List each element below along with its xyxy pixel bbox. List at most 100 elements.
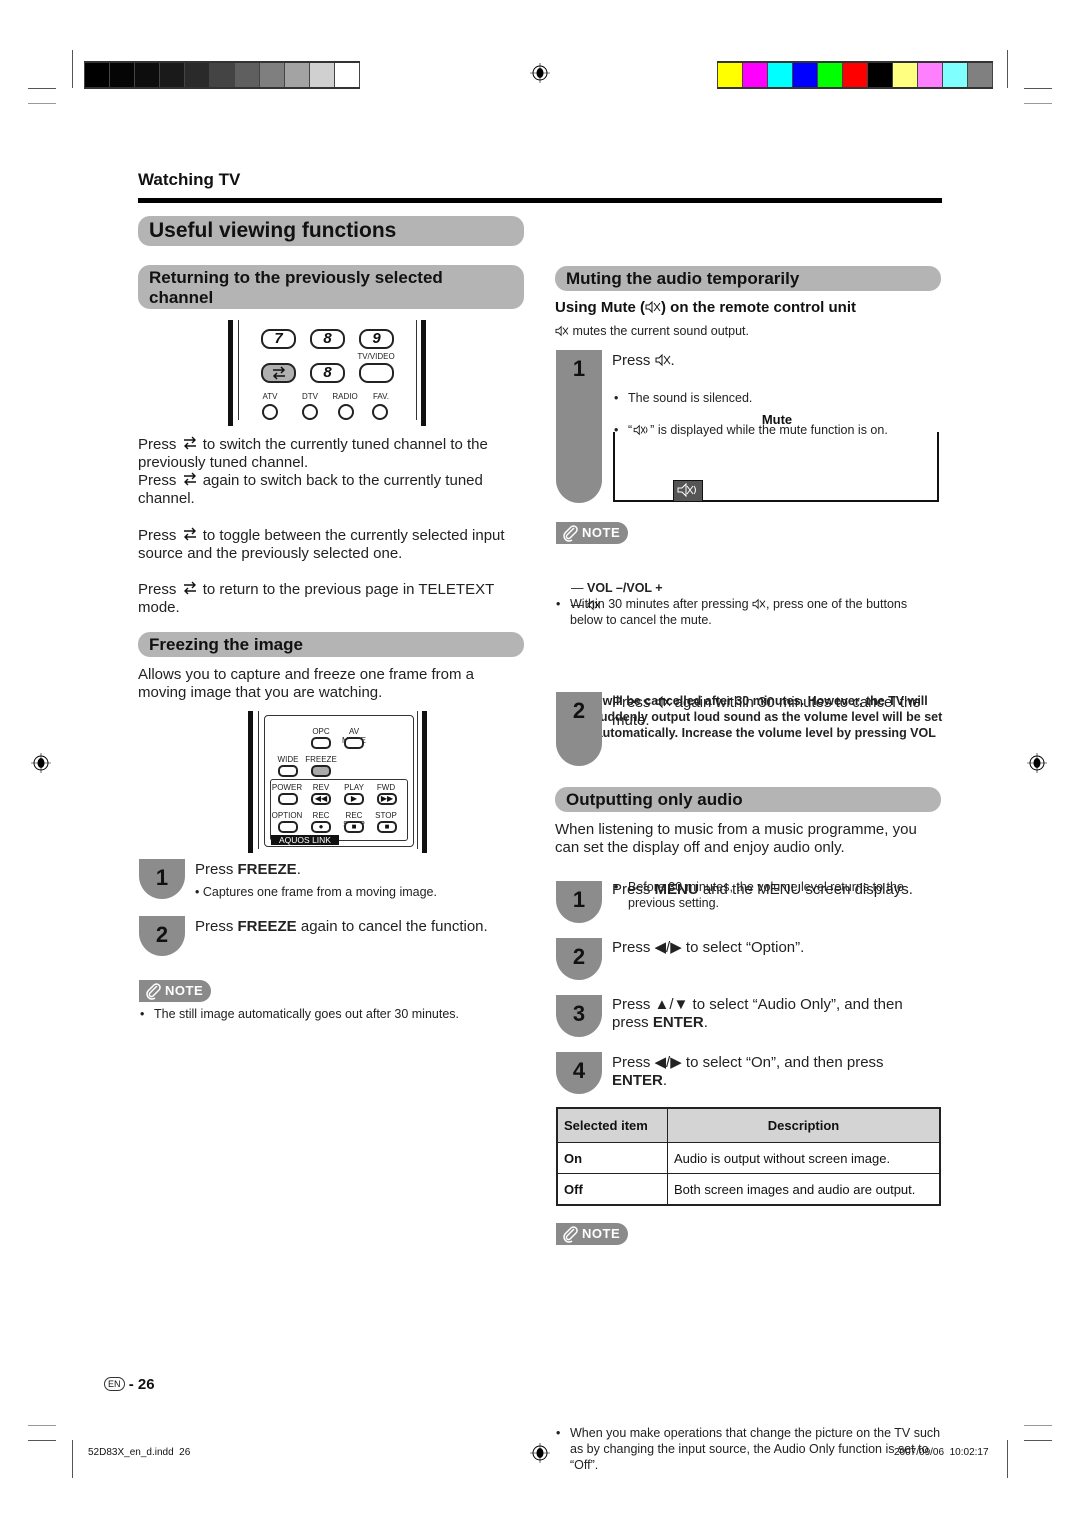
remote-button-fav: [372, 404, 388, 420]
audio-only-intro: When listening to music from a music pro…: [555, 821, 917, 856]
freeze-label: FREEZE: [305, 755, 337, 764]
remote-button-option: [278, 821, 298, 833]
mute-on-screen-indicator: [673, 480, 703, 502]
option-label: OPTION: [271, 811, 303, 820]
remote-button-0: 8: [310, 363, 345, 383]
step-badge: 2: [556, 692, 602, 766]
play-label: PLAY: [344, 783, 364, 792]
atv-label: ATV: [262, 392, 278, 401]
color-swatch: [968, 63, 993, 87]
mute-step-1: Press .: [612, 352, 675, 369]
up-down-arrows-icon: ▲/▼: [654, 996, 689, 1013]
remote-button-rec: ●: [311, 821, 331, 833]
table-cell-description: Both screen images and audio are output.: [667, 1173, 941, 1206]
remote-button-play: ▶: [344, 793, 364, 805]
note-badge: NOTE: [139, 980, 211, 1002]
table-cell-item: Off: [556, 1173, 668, 1206]
registration-mark-icon: [530, 63, 550, 83]
recall-icon: [183, 581, 196, 595]
step-badge: 1: [556, 881, 602, 923]
remote-button-tv-video: [359, 363, 394, 383]
gray-swatch: [285, 63, 310, 87]
remote-button-dtv: [302, 404, 318, 420]
remote-button-power: [278, 793, 298, 805]
mute-note-item: Within 30 minutes after pressing , press…: [556, 596, 940, 628]
recall-icon: [183, 436, 196, 450]
color-swatch: [893, 63, 918, 87]
gray-swatch: [185, 63, 210, 87]
header-rule: [138, 198, 942, 203]
tv-video-label: TV/VIDEO: [357, 352, 395, 361]
print-timestamp: 2007/09/06 10:02:17: [894, 1447, 989, 1458]
paperclip-icon: [563, 1226, 578, 1243]
remote-button-8: 8: [310, 329, 345, 349]
chapter-title: Watching TV: [138, 170, 241, 189]
table-header-row: Selected item Description: [556, 1107, 941, 1143]
mute-icon: [655, 695, 670, 709]
gray-swatch: [110, 63, 135, 87]
table-cell-item: On: [556, 1142, 668, 1174]
remote-button-atv: [262, 404, 278, 420]
remote-button-av-mode: [344, 737, 364, 749]
freeze-step-2: Press FREEZE again to cancel the functio…: [195, 918, 488, 935]
recall-icon: [272, 366, 285, 380]
color-swatch: [717, 63, 743, 87]
gray-swatch: [84, 63, 110, 87]
mute-step-2: Press again within 30 minutes to cancel …: [612, 694, 921, 729]
registration-mark-icon: [530, 1443, 550, 1463]
page-number: 26: [137, 1376, 155, 1393]
recall-icon: [183, 472, 196, 486]
rec-label: REC: [312, 811, 330, 820]
step-badge: 1: [556, 350, 602, 503]
note-badge: NOTE: [556, 522, 628, 544]
returning-paragraph-2: Press to toggle between the currently se…: [138, 527, 505, 562]
section-heading-returning: Returning to the previously selected cha…: [138, 265, 524, 309]
radio-label: RADIO: [332, 392, 358, 401]
freezing-intro: Allows you to capture and freeze one fra…: [138, 666, 475, 701]
audio-only-options-table: Selected item Description On Audio is ou…: [556, 1107, 941, 1206]
table-row: On Audio is output without screen image.: [556, 1142, 941, 1174]
power-label: POWER: [271, 783, 303, 792]
registration-mark-icon: [1027, 753, 1047, 773]
file-name-slug: 52D83X_en_d.indd 26: [88, 1447, 191, 1458]
grayscale-calibration-strip: [84, 61, 360, 89]
audio-step-3: Press ▲/▼ to select “Audio Only”, and th…: [612, 996, 903, 1031]
remote-button-stop: ■: [377, 821, 397, 833]
section-heading-freezing: Freezing the image: [138, 632, 524, 657]
recall-icon: [183, 527, 196, 541]
audio-step-4: Press ◀/▶ to select “On”, and then press…: [612, 1054, 884, 1089]
table-header-cell: Description: [667, 1107, 941, 1143]
remote-button-radio: [338, 404, 354, 420]
step-badge: 2: [556, 938, 602, 980]
color-swatch: [843, 63, 868, 87]
returning-paragraph-3: Press to return to the previous page in …: [138, 581, 494, 616]
step-badge: 1: [139, 859, 185, 899]
audio-step-2: Press ◀/▶ to select “Option”.: [612, 939, 805, 956]
returning-paragraph-1: Press to switch the currently tuned chan…: [138, 436, 488, 507]
color-swatch: [793, 63, 818, 87]
color-swatch: [743, 63, 768, 87]
color-swatch: [918, 63, 943, 87]
table-row: Off Both screen images and audio are out…: [556, 1173, 941, 1206]
mute-icon: [555, 325, 569, 337]
language-badge: EN: [104, 1377, 125, 1391]
remote-button-wide: [278, 765, 298, 777]
color-swatch: [818, 63, 843, 87]
left-right-arrows-icon: ◀/▶: [654, 1054, 682, 1071]
rev-label: REV: [312, 783, 330, 792]
mute-cancel-option: — VOL –/VOL +: [571, 581, 663, 595]
gray-swatch: [135, 63, 160, 87]
remote-illustration-freeze: OPC AV MODE WIDE FREEZE POWER REV PLAY F…: [248, 711, 428, 853]
mute-icon: [655, 353, 670, 367]
remote-button-9: 9: [359, 329, 394, 349]
remote-button-rev: ◀◀: [311, 793, 331, 805]
gray-swatch: [210, 63, 235, 87]
muting-subtitle: Using Mute () on the remote control unit: [555, 299, 856, 316]
color-swatch: [768, 63, 793, 87]
page-number-block: EN - 26: [104, 1376, 155, 1393]
mute-cancel-option: —: [571, 597, 601, 613]
dtv-label: DTV: [302, 392, 318, 401]
gray-swatch: [335, 63, 360, 87]
mute-icon: [752, 598, 766, 610]
mute-on-icon: [677, 482, 696, 498]
